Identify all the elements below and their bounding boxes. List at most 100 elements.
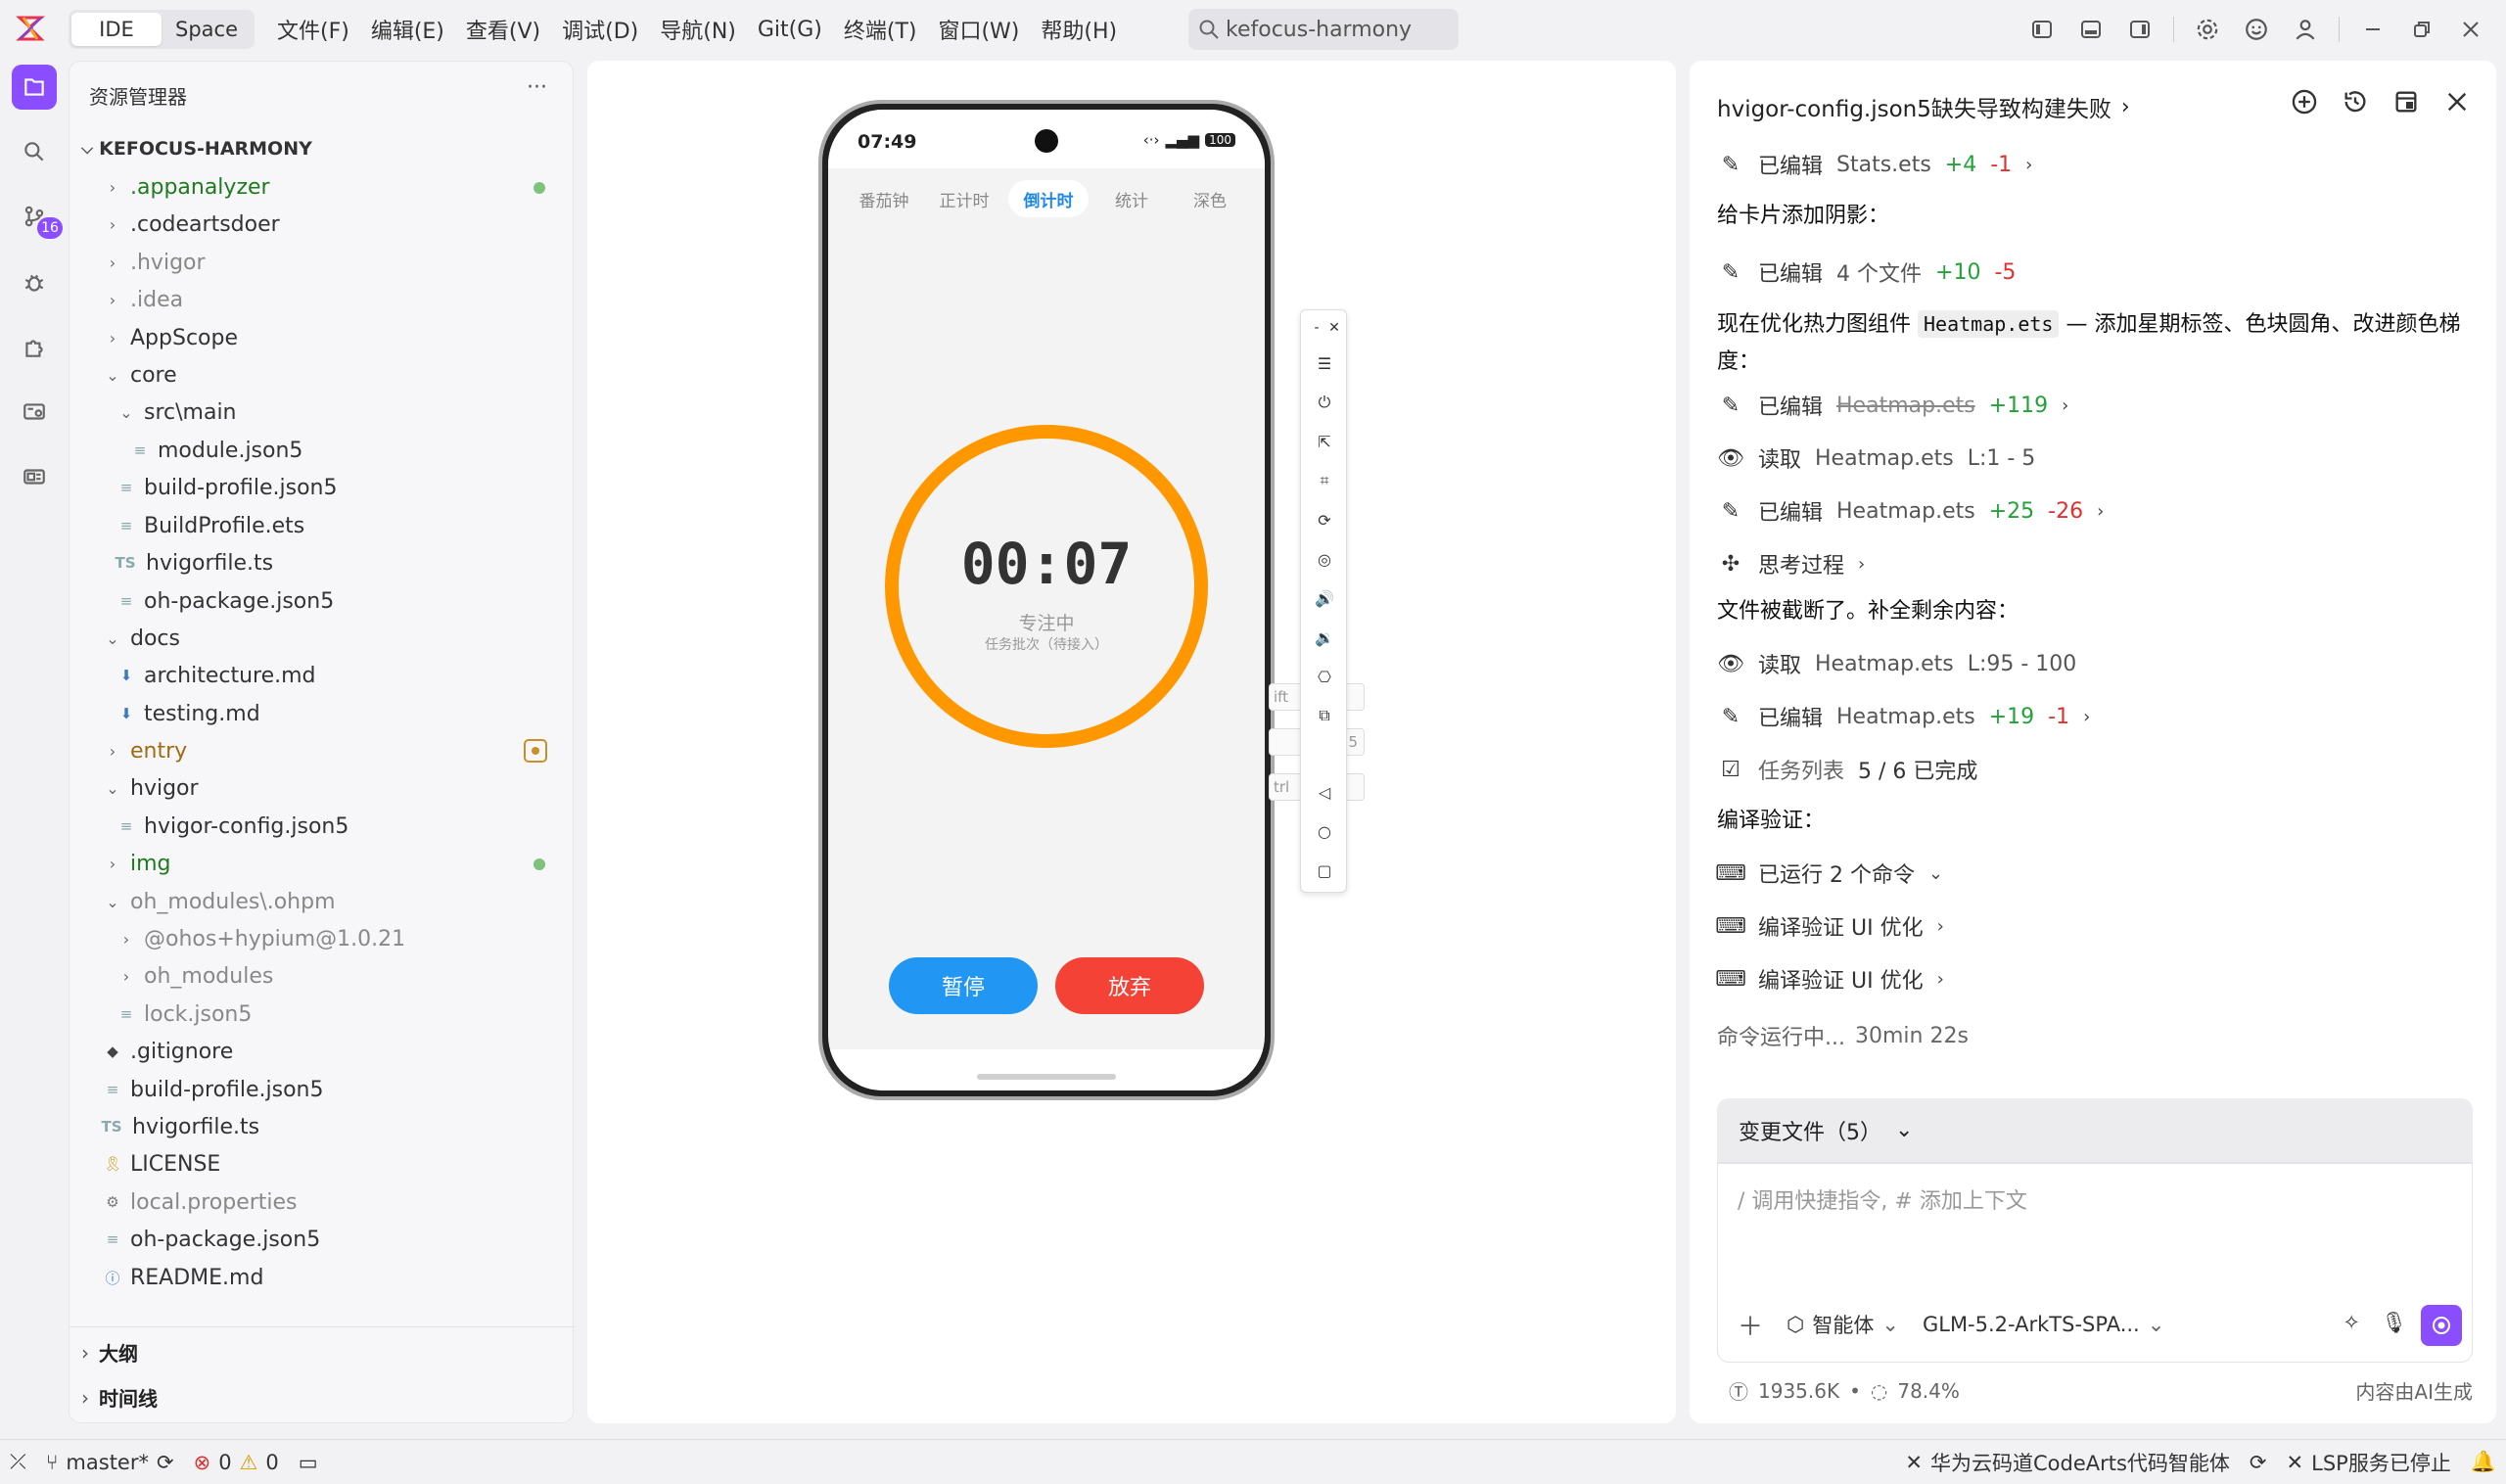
toggle-aux-icon[interactable] (2124, 14, 2156, 45)
toggle-panel-icon[interactable] (2075, 14, 2107, 45)
menu-window[interactable]: 窗口(W) (927, 14, 1030, 45)
power-icon[interactable]: ⏻ (1313, 391, 1336, 414)
tree-item-hvigor-config[interactable]: ≡ hvigor-config.json5 (116, 809, 349, 844)
tree-item-appscope[interactable]: › AppScope (103, 320, 238, 355)
timeline-section[interactable]: › 时间线 (81, 1383, 158, 1412)
tree-item-hvigor-dir[interactable]: › .hvigor (103, 245, 206, 280)
notifications-bell-icon[interactable]: 🔔 (2461, 1450, 2506, 1474)
edit-entry[interactable]: ✎ 已编辑 4 个文件 +10 -5 (1717, 256, 2017, 288)
pointer-icon[interactable]: ⇱ (1313, 430, 1336, 453)
tree-item-img[interactable]: › img (103, 846, 171, 881)
source-control-icon[interactable]: 16 (12, 194, 63, 239)
tree-item-core[interactable]: ⌄ core (103, 357, 176, 393)
volume-up-icon[interactable]: 🔊 (1313, 586, 1336, 610)
tree-item-entry[interactable]: › entry (103, 733, 187, 768)
close-icon[interactable]: ✕ (1323, 316, 1346, 340)
add-context-icon[interactable]: ＋ (1738, 1307, 1763, 1343)
search-code-icon[interactable] (12, 129, 57, 174)
monitor-icon[interactable]: ▭ (289, 1451, 328, 1474)
menu-icon[interactable]: ☰ (1313, 351, 1336, 375)
assistant-status[interactable]: ✕ 华为云码道CodeArts代码智能体 (1895, 1448, 2240, 1477)
git-branch[interactable]: ⑂ master* ⟳ (36, 1451, 184, 1474)
tree-item-license[interactable]: 🎗 LICENSE (103, 1146, 220, 1182)
minimize-icon[interactable] (2357, 14, 2389, 45)
conversation-title[interactable]: hvigor-config.json5缺失导致构建失败 › (1717, 90, 2130, 123)
menu-git[interactable]: Git(G) (747, 18, 833, 42)
search-box[interactable]: kefocus-harmony (1188, 9, 1459, 50)
tree-item-core-oh-package[interactable]: ≡ oh-package.json5 (116, 583, 334, 619)
tree-item-module-json5[interactable]: ≡ module.json5 (130, 433, 303, 468)
sparkle-icon[interactable]: ✧ (2343, 1311, 2360, 1334)
prompt-input[interactable] (1738, 1182, 2442, 1221)
open-in-editor-icon[interactable] (2390, 86, 2422, 117)
recent-apps-icon[interactable]: ▢ (1313, 858, 1336, 882)
tree-item-build-profile[interactable]: ≡ build-profile.json5 (103, 1072, 324, 1107)
close-window-icon[interactable] (2455, 14, 2486, 45)
tree-item-lock-json5[interactable]: ≡ lock.json5 (116, 997, 253, 1032)
edit-entry[interactable]: ✎ 已编辑 Heatmap.ets +19 -1 › (1717, 701, 2091, 732)
menu-debug[interactable]: 调试(D) (551, 14, 649, 45)
tab-countdown[interactable]: 倒计时 (1008, 180, 1089, 217)
pause-button[interactable]: 暂停 (889, 957, 1038, 1014)
tree-item-hvigor[interactable]: ⌄ hvigor (103, 770, 198, 806)
microphone-icon[interactable]: 🎙 (2381, 1311, 2407, 1335)
toggle-sidebar-icon[interactable] (2026, 14, 2058, 45)
tree-item-core-build-profile[interactable]: ≡ build-profile.json5 (116, 470, 338, 505)
menu-edit[interactable]: 编辑(E) (360, 14, 455, 45)
home-icon[interactable]: ○ (1313, 819, 1336, 843)
crop-icon[interactable]: ⌗ (1313, 469, 1336, 492)
device-manager-icon[interactable] (12, 454, 57, 499)
command-entry[interactable]: ⌨ 编译验证 UI 优化 › (1715, 963, 1944, 995)
thinking-entry[interactable]: ✣ 思考过程 › (1717, 548, 1865, 580)
read-entry[interactable]: 👁 读取 Heatmap.ets L:95 - 100 (1717, 648, 2076, 679)
tree-item-testing-md[interactable]: ⬇ testing.md (116, 696, 260, 731)
location-icon[interactable]: ◎ (1313, 547, 1336, 571)
edit-entry[interactable]: ✎ 已编辑 Heatmap.ets +25 -26 › (1717, 495, 2105, 527)
menu-terminal[interactable]: 终端(T) (833, 14, 928, 45)
tree-item-oh-modules-ohpm[interactable]: ⌄ oh_modules\.ohpm (103, 884, 335, 919)
send-button[interactable] (2421, 1305, 2462, 1346)
devices-icon[interactable] (12, 390, 57, 435)
tab-pomodoro[interactable]: 番茄钟 (848, 180, 920, 217)
screenshot-icon[interactable]: ⧉ (1313, 704, 1336, 727)
tree-item-docs[interactable]: ⌄ docs (103, 621, 180, 656)
tree-item-oh-modules[interactable]: › oh_modules (116, 958, 274, 994)
settings-gear-icon[interactable] (2192, 14, 2223, 45)
tree-item-local-properties[interactable]: ⚙ local.properties (103, 1184, 297, 1220)
rotate-icon[interactable]: ⟳ (1313, 508, 1336, 532)
ide-mode-button[interactable]: IDE (71, 13, 162, 46)
edit-entry[interactable]: ✎ 已编辑 Heatmap.ets +119 › (1717, 390, 2069, 421)
remote-icon[interactable]: ⤫ (0, 1450, 36, 1474)
tab-dark[interactable]: 深色 (1177, 180, 1243, 217)
fold-icon[interactable]: ⎔ (1313, 665, 1336, 688)
problems-indicator[interactable]: ⊗ 0 ⚠ 0 (184, 1451, 289, 1474)
tree-item-buildprofile-ets[interactable]: ≡ BuildProfile.ets (116, 508, 305, 543)
extensions-puzzle-icon[interactable] (12, 325, 57, 370)
project-root[interactable]: ⌵ KEFOCUS-HARMONY (81, 138, 312, 160)
account-icon[interactable] (2290, 14, 2321, 45)
explorer-files-icon[interactable] (12, 65, 57, 110)
refresh-icon[interactable]: ⟳ (2240, 1451, 2277, 1474)
tree-item-idea[interactable]: › .idea (103, 282, 183, 317)
history-icon[interactable] (2340, 86, 2371, 117)
menu-navigate[interactable]: 导航(N) (649, 14, 747, 45)
tree-item-codeartsdoer[interactable]: › .codeartsdoer (103, 207, 280, 242)
abandon-button[interactable]: 放弃 (1055, 957, 1204, 1014)
more-actions-icon[interactable]: ··· (527, 75, 547, 100)
tree-item-gitignore[interactable]: ◆ .gitignore (103, 1034, 233, 1069)
debug-bug-icon[interactable] (12, 260, 57, 305)
read-entry[interactable]: 👁 读取 Heatmap.ets L:1 - 5 (1717, 442, 2035, 474)
task-list-entry[interactable]: ☑ 任务列表 5 / 6 已完成 (1717, 754, 1977, 785)
edit-entry[interactable]: ✎ 已编辑 Stats.ets +4 -1 › (1717, 149, 2033, 180)
tree-item-architecture-md[interactable]: ⬇ architecture.md (116, 658, 316, 693)
back-icon[interactable]: ◁ (1313, 780, 1336, 804)
tab-stats[interactable]: 统计 (1098, 180, 1165, 217)
space-mode-button[interactable]: Space (162, 13, 252, 46)
changed-files-toggle[interactable]: 变更文件（5） ⌄ (1717, 1098, 2473, 1163)
feedback-smile-icon[interactable] (2241, 14, 2272, 45)
volume-down-icon[interactable]: 🔉 (1313, 626, 1336, 649)
tree-item-oh-package[interactable]: ≡ oh-package.json5 (103, 1222, 320, 1257)
home-indicator[interactable] (977, 1074, 1116, 1080)
command-entry[interactable]: ⌨ 已运行 2 个命令 ⌄ (1715, 858, 1943, 889)
tree-item-hvigorfile[interactable]: TS hvigorfile.ts (99, 1109, 259, 1144)
